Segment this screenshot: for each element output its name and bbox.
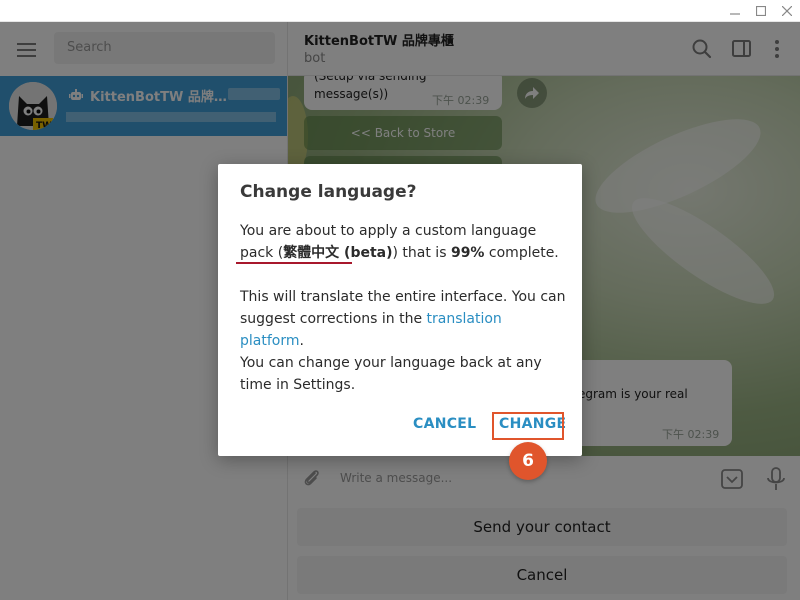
change-language-dialog: Change language? You are about to apply … [218, 164, 582, 456]
dialog-text: This will translate the entire interface… [240, 289, 566, 327]
maximize-icon [756, 6, 766, 16]
annotation-underline [236, 262, 352, 264]
highlight-box [492, 412, 564, 440]
dialog-title: Change language? [240, 182, 417, 202]
window-titlebar [0, 0, 800, 22]
maximize-button[interactable] [748, 0, 774, 22]
dialog-paragraph-3: You can change your language back at any… [240, 355, 542, 393]
close-icon [782, 6, 792, 16]
language-pack-name: 繁體中文 (beta) [283, 245, 393, 261]
minimize-button[interactable] [722, 0, 748, 22]
minimize-icon [730, 13, 740, 15]
dialog-paragraph-2: This will translate the entire interface… [240, 286, 568, 352]
dialog-text: . [299, 333, 304, 349]
dialog-text: complete. [484, 245, 559, 261]
dialog-text: ) that is [392, 245, 451, 261]
close-window-button[interactable] [774, 0, 800, 22]
step-badge: 6 [509, 442, 547, 480]
cancel-button[interactable]: CANCEL [413, 416, 476, 432]
completion-percent: 99% [450, 245, 485, 261]
dialog-paragraph-1: You are about to apply a custom language… [240, 220, 568, 264]
